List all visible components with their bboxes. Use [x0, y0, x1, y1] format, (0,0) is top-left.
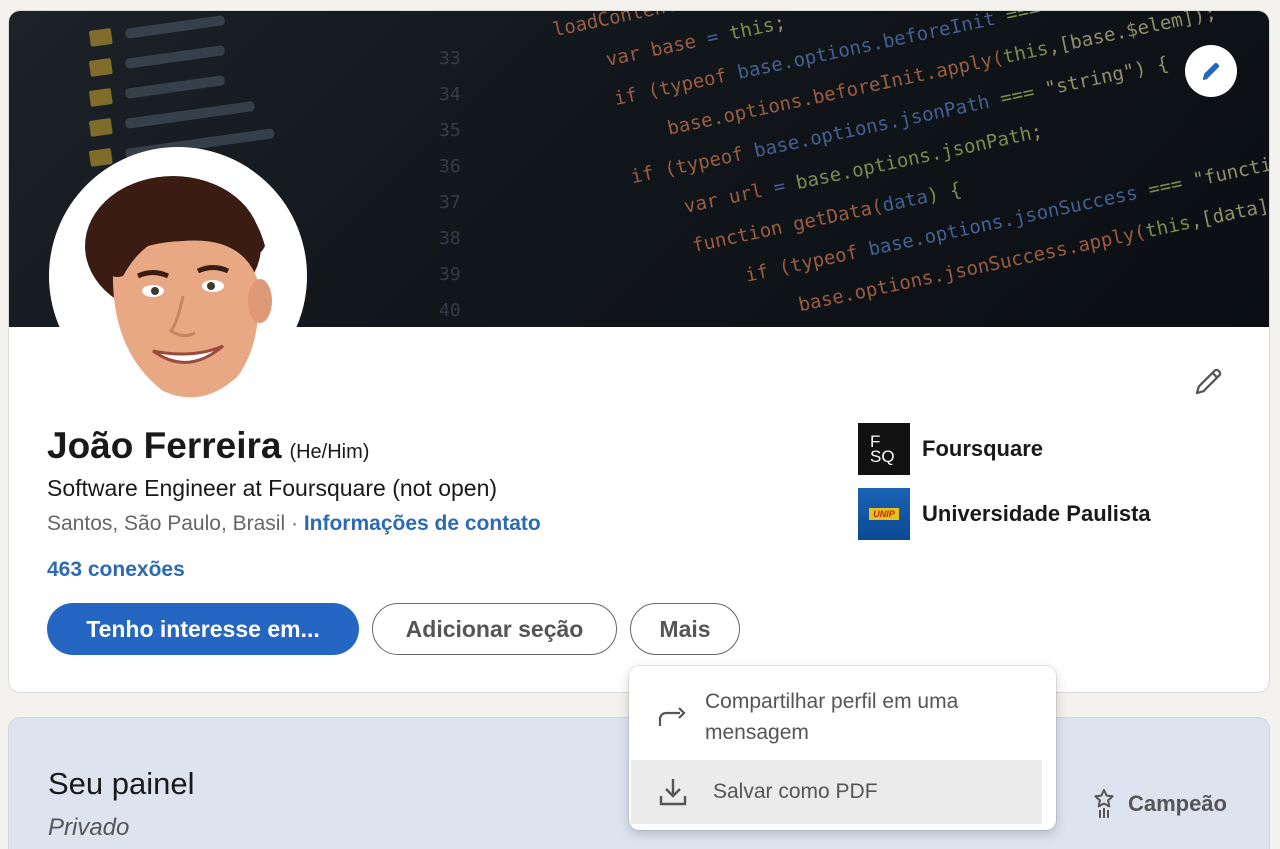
champion-label: Campeão	[1127, 791, 1227, 816]
org-name: Universidade Paulista	[922, 501, 1151, 526]
cover-line-numbers: 33343536373839404142	[439, 41, 461, 327]
profile-pronouns: (He/Him)	[289, 441, 370, 463]
dashboard-title: Seu painel	[48, 766, 195, 801]
line-number: 35	[439, 120, 461, 141]
line-number: 34	[439, 84, 461, 105]
avatar[interactable]	[49, 147, 307, 405]
more-button[interactable]: Mais	[630, 603, 740, 655]
pencil-icon	[1202, 62, 1220, 80]
separator: ·	[285, 512, 304, 535]
line-number: 38	[439, 228, 461, 249]
download-icon	[659, 779, 687, 806]
open-to-button[interactable]: Tenho interesse em...	[47, 603, 359, 655]
pencil-outline-icon	[1195, 368, 1222, 395]
org-item-foursquare[interactable]: F SQ Foursquare	[858, 423, 1151, 475]
profile-headline: Software Engineer at Foursquare (not ope…	[47, 475, 498, 501]
add-section-button[interactable]: Adicionar seção	[372, 603, 617, 655]
profile-name: João Ferreira	[47, 425, 282, 466]
cover-code: loadContent : function(){ var base = thi…	[549, 11, 1269, 327]
contact-info-link[interactable]: Informações de contato	[304, 512, 541, 535]
line-number: 36	[439, 156, 461, 177]
line-number: 33	[439, 48, 461, 69]
share-label-line1: Compartilhar perfil em uma	[705, 690, 959, 713]
line-number: 37	[439, 192, 461, 213]
profile-location: Santos, São Paulo, Brasil	[47, 512, 286, 535]
location-row: Santos, São Paulo, Brasil · Informações …	[47, 512, 541, 536]
share-profile-item[interactable]: Compartilhar perfil em uma mensagem	[657, 686, 1037, 748]
org-name: Foursquare	[922, 436, 1044, 461]
dashboard-subtitle: Privado	[48, 814, 130, 841]
star-icon	[1094, 789, 1114, 818]
more-dropdown-menu: Compartilhar perfil em uma mensagem Salv…	[629, 666, 1056, 830]
unip-logo: UNIP	[858, 488, 910, 540]
line-number: 39	[439, 264, 461, 285]
connections-link[interactable]: 463 conexões	[47, 558, 185, 582]
org-item-universidade-paulista[interactable]: UNIP Universidade Paulista	[858, 488, 1151, 540]
edit-intro-button[interactable]	[1189, 361, 1229, 401]
organizations-list: F SQ Foursquare UNIP Universidade Paulis…	[858, 423, 1151, 553]
foursquare-logo: F SQ	[858, 423, 910, 475]
cover-filetree	[88, 11, 275, 167]
line-number: 40	[439, 300, 461, 321]
profile-photo	[53, 151, 303, 401]
share-arrow-icon	[658, 707, 686, 726]
champion-badge: Campeão	[1092, 788, 1227, 820]
name-row: João Ferreira (He/Him)	[47, 425, 369, 467]
edit-cover-button[interactable]	[1185, 45, 1237, 97]
profile-card: 33343536373839404142 loadContent : funct…	[8, 10, 1270, 693]
save-pdf-label: Salvar como PDF	[713, 780, 878, 803]
save-pdf-item[interactable]: Salvar como PDF	[631, 760, 1042, 824]
share-label-line2: mensagem	[705, 721, 809, 744]
